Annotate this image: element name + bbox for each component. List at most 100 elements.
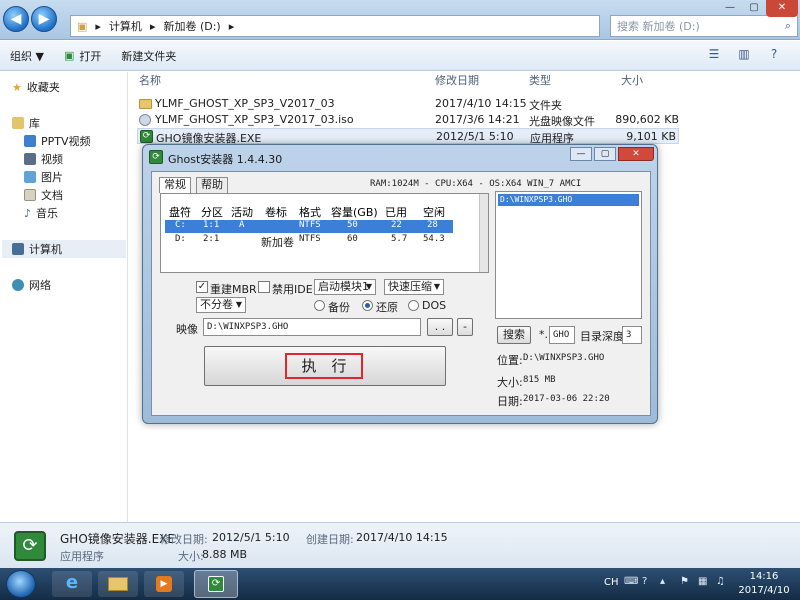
music-icon: ♪ [24,206,32,220]
preview-pane-icon[interactable]: ▥ [735,47,753,65]
tray-expand-icon[interactable]: ▴ [660,576,665,587]
close-button[interactable]: ✕ [766,0,798,17]
file-row-folder[interactable]: YLMF_GHOST_XP_SP3_V2017_03 2017/4/10 14:… [137,96,679,112]
search-icon: ⌕ [784,19,791,32]
open-button[interactable]: ▣ 打开 [54,48,111,64]
details-type: 应用程序 [60,550,104,563]
gho-taskbar-icon[interactable]: ⟳ [194,570,238,598]
network-tray-icon[interactable]: ▦ [698,576,707,587]
back-button[interactable]: ◀ [3,6,29,32]
document-library-icon [24,189,36,201]
nav-libraries[interactable]: 库 [12,114,40,132]
dialog-close-button[interactable]: ✕ [618,147,654,161]
boot-module-select[interactable]: 启动模块1 ▼ [314,279,376,295]
search-placeholder: 搜索 新加卷 (D:) [617,20,700,33]
compress-select[interactable]: 快速压缩 ▼ [384,279,444,295]
minus-button[interactable]: - [457,318,473,336]
execute-button[interactable]: 执 行 [204,346,446,386]
search-input[interactable]: 搜索 新加卷 (D:) ⌕ [610,15,798,37]
depth-input[interactable]: 3 [622,326,642,344]
nav-lib-videos[interactable]: 视频 [24,150,63,168]
chevron-down-icon: ▼ [235,300,242,309]
partition-row[interactable]: D: 2:1 新加卷 NTFS 60 5.7 54.3 [165,234,453,249]
system-info: RAM:1024M - CPU:X64 - OS:X64 WIN_7 AMCI [370,179,582,189]
maximize-button[interactable]: ▢ [742,0,766,17]
help-tray-icon[interactable]: ? [642,576,647,587]
rebuild-mbr-label: 重建MBR [210,283,257,296]
ext-prefix: *. [539,328,548,341]
details-size: 8.88 MB [202,548,248,561]
search-button[interactable]: 搜索 [497,326,531,344]
chevron-down-icon: ▼ [365,282,372,291]
organize-button[interactable]: 组织 ▼ [0,48,54,64]
tab-general[interactable]: 常规 [159,177,191,193]
media-player-icon[interactable]: ▶ [144,571,184,597]
library-icon [12,117,24,129]
gho-app-icon: ⟳ [14,531,46,561]
dos-radio[interactable] [408,300,419,311]
backup-radio[interactable] [314,300,325,311]
nav-computer[interactable]: 计算机 [2,240,126,258]
column-modified[interactable]: 修改日期 [435,72,479,90]
nav-network[interactable]: 网络 [12,276,51,294]
table-scrollbar[interactable] [479,194,488,272]
video-library-icon [24,135,36,147]
picture-library-icon [24,171,36,183]
nav-lib-music[interactable]: ♪ 音乐 [24,204,58,222]
browse-button[interactable]: . . [427,318,453,336]
nav-lib-pptv[interactable]: PPTV视频 [24,132,91,150]
rebuild-mbr-checkbox[interactable]: ✓ [196,281,208,293]
clock-date[interactable]: 2017/4/10 [736,585,792,596]
view-options-icon[interactable]: ☰ [705,47,723,65]
clock-time[interactable]: 14:16 [736,571,792,582]
split-select[interactable]: 不分卷 ▼ [196,297,246,313]
tab-help[interactable]: 帮助 [196,177,228,193]
restore-label: 还原 [376,301,398,314]
disc-image-icon [139,114,151,126]
forward-button[interactable]: ▶ [31,6,57,32]
execute-label: 执 行 [285,353,363,379]
computer-icon [12,243,24,255]
new-folder-button[interactable]: 新建文件夹 [111,48,186,64]
column-size[interactable]: 大小 [621,72,643,90]
address-bar[interactable]: ▣ ▸ 计算机 ▸ 新加卷 (D:) ▸ [70,15,600,37]
details-created: 2017/4/10 14:15 [356,531,448,544]
minimize-button[interactable]: — [718,0,742,17]
ime-icon[interactable]: ⌨ [624,576,638,587]
file-row-iso[interactable]: YLMF_GHOST_XP_SP3_V2017_03.iso 2017/3/6 … [137,112,679,128]
star-icon: ★ [12,80,22,94]
start-button[interactable] [6,570,36,598]
help-icon[interactable]: ? [765,47,783,65]
nav-lib-pictures[interactable]: 图片 [24,168,63,186]
extension-input[interactable]: GHO [549,326,575,344]
folder-icon [139,99,152,109]
nav-lib-documents[interactable]: 文档 [24,186,63,204]
image-path-input[interactable]: D:\WINXPSP3.GHO [203,318,421,336]
language-indicator[interactable]: CH [604,577,619,588]
disable-ide-checkbox[interactable] [258,281,270,293]
search-results-list: D:\WINXPSP3.GHO [495,191,642,319]
location-value: D:\WINXPSP3.GHO [523,353,605,363]
folder-icon: ▣ [77,19,88,33]
partition-row[interactable]: C: 1:1 A NTFS 50 22 28 [165,220,453,233]
restore-radio[interactable] [362,300,373,311]
flag-icon[interactable]: ⚑ [680,576,689,587]
volume-icon[interactable]: ♫ [716,576,725,587]
partition-table: 盘符 分区 活动 卷标 格式 容量(GB) 已用 空闲 C: 1:1 A NTF… [160,193,489,273]
list-item[interactable]: D:\WINXPSP3.GHO [498,194,639,206]
dialog-title: Ghost安装器 1.4.4.30 [168,153,283,166]
breadcrumb-drive[interactable]: 新加卷 (D:) [163,18,220,34]
file-row-exe[interactable]: ⟳ GHO镜像安装器.EXE 2012/5/1 5:10 应用程序 9,101 … [137,128,679,145]
dialog-minimize-button[interactable]: — [570,147,592,161]
dialog-maximize-button[interactable]: ▢ [594,147,616,161]
backup-label: 备份 [328,301,350,314]
ie-icon[interactable]: e [52,571,92,597]
video-library-icon [24,153,36,165]
dos-label: DOS [422,299,447,312]
file-explorer-icon[interactable] [98,571,138,597]
image-label: 映像 [176,323,198,336]
column-type[interactable]: 类型 [529,72,551,90]
nav-favorites[interactable]: ★ 收藏夹 [12,78,60,96]
breadcrumb-computer[interactable]: 计算机 [109,18,142,34]
column-name[interactable]: 名称 [139,72,161,90]
